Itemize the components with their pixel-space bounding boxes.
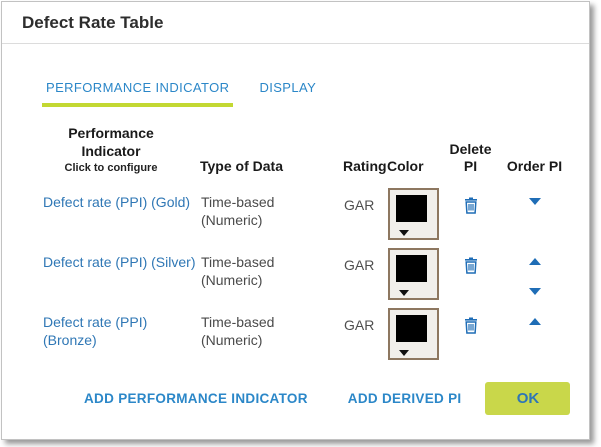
column-header-color: Color bbox=[387, 125, 444, 188]
trash-icon bbox=[463, 197, 479, 214]
chevron-down-icon bbox=[399, 230, 409, 236]
tab-bar: PERFORMANCE INDICATOR DISPLAY bbox=[2, 44, 589, 107]
chevron-down-icon bbox=[399, 290, 409, 296]
delete-pi-button[interactable] bbox=[463, 317, 479, 334]
pi-link-silver[interactable]: Defect rate (PPI) (Silver) bbox=[43, 253, 195, 271]
click-to-configure-hint: Click to configure bbox=[42, 162, 180, 176]
type-of-data-value: Time-based (Numeric) bbox=[201, 313, 297, 349]
add-performance-indicator-link[interactable]: ADD PERFORMANCE INDICATOR bbox=[84, 391, 308, 406]
column-header-label: Performance Indicator bbox=[68, 125, 154, 159]
color-swatch bbox=[396, 255, 427, 282]
rating-value: GAR bbox=[344, 257, 374, 273]
order-up-button[interactable] bbox=[529, 258, 541, 265]
tab-performance-indicator[interactable]: PERFORMANCE INDICATOR bbox=[42, 80, 233, 107]
add-derived-pi-link[interactable]: ADD DERIVED PI bbox=[348, 391, 462, 406]
column-header-performance-indicator: Performance Indicator Click to configure bbox=[42, 125, 200, 188]
delete-pi-button[interactable] bbox=[463, 197, 479, 214]
delete-pi-button[interactable] bbox=[463, 257, 479, 274]
dialog-header: Defect Rate Table bbox=[2, 2, 589, 44]
defect-rate-table-dialog: Defect Rate Table PERFORMANCE INDICATOR … bbox=[1, 1, 590, 440]
column-header-type-of-data: Type of Data bbox=[200, 125, 343, 188]
performance-indicator-table: Performance Indicator Click to configure… bbox=[42, 125, 572, 368]
pi-link-bronze[interactable]: Defect rate (PPI) (Bronze) bbox=[43, 313, 163, 349]
column-header-rating: Rating bbox=[343, 125, 387, 188]
pi-link-gold[interactable]: Defect rate (PPI) (Gold) bbox=[43, 193, 190, 211]
order-up-button[interactable] bbox=[529, 318, 541, 325]
trash-icon bbox=[463, 317, 479, 334]
color-picker[interactable] bbox=[388, 188, 439, 240]
table-row: Defect rate (PPI) (Bronze) Time-based (N… bbox=[42, 308, 572, 368]
table-row: Defect rate (PPI) (Silver) Time-based (N… bbox=[42, 248, 572, 308]
trash-icon bbox=[463, 257, 479, 274]
color-swatch bbox=[396, 195, 427, 222]
table-row: Defect rate (PPI) (Gold) Time-based (Num… bbox=[42, 188, 572, 248]
column-header-delete-pi: Delete PI bbox=[444, 125, 497, 188]
column-header-order-pi: Order PI bbox=[497, 125, 572, 188]
order-down-button[interactable] bbox=[529, 198, 541, 205]
chevron-down-icon bbox=[399, 350, 409, 356]
order-down-button[interactable] bbox=[529, 288, 541, 295]
table-header-row: Performance Indicator Click to configure… bbox=[42, 125, 572, 188]
dialog-title: Defect Rate Table bbox=[22, 13, 569, 33]
ok-button[interactable]: OK bbox=[485, 382, 570, 415]
type-of-data-value: Time-based (Numeric) bbox=[201, 253, 297, 289]
tab-display[interactable]: DISPLAY bbox=[255, 80, 320, 107]
rating-value: GAR bbox=[344, 317, 374, 333]
color-picker[interactable] bbox=[388, 248, 439, 300]
dialog-actions: ADD PERFORMANCE INDICATOR ADD DERIVED PI… bbox=[2, 382, 589, 415]
rating-value: GAR bbox=[344, 197, 374, 213]
type-of-data-value: Time-based (Numeric) bbox=[201, 193, 297, 229]
color-swatch bbox=[396, 315, 427, 342]
color-picker[interactable] bbox=[388, 308, 439, 360]
